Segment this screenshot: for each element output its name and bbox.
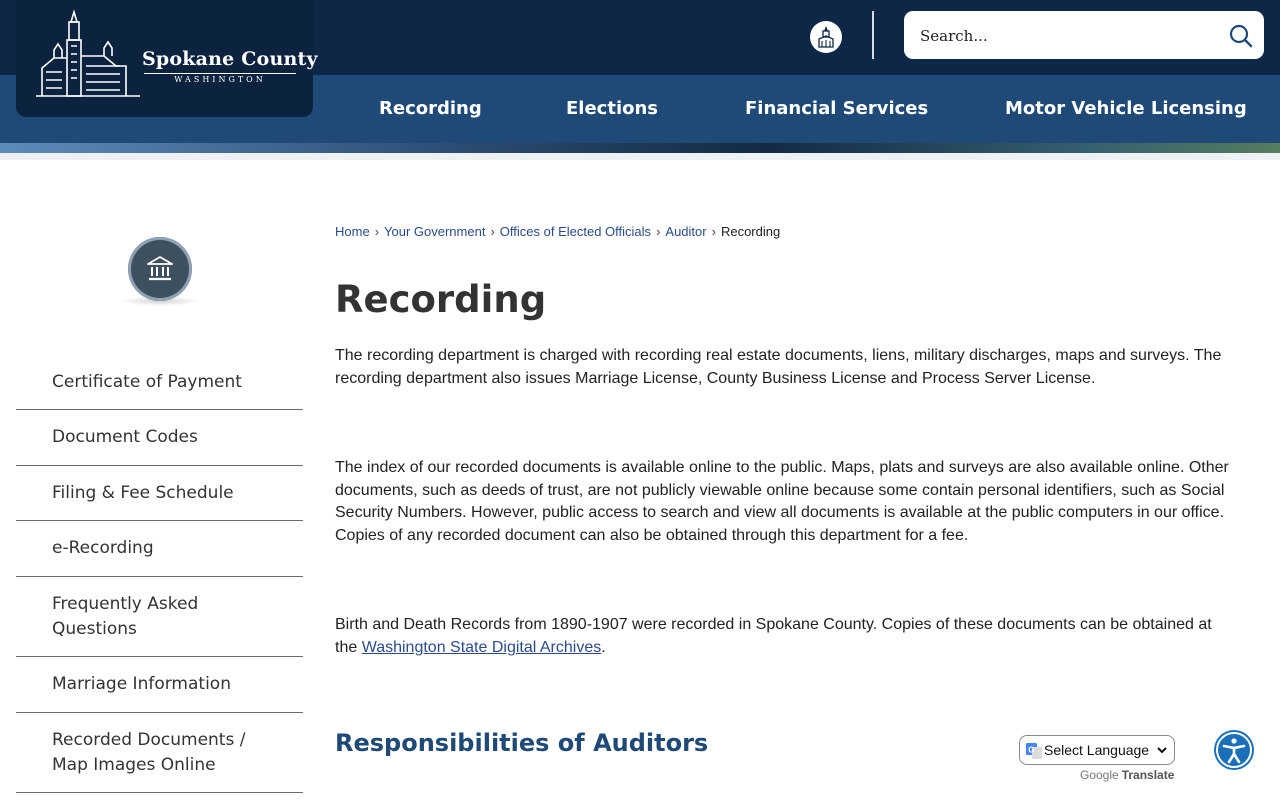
section-heading: Responsibilities of Auditors: [335, 729, 709, 757]
accessibility-icon: [1216, 732, 1252, 768]
intro-paragraph: The recording department is charged with…: [335, 347, 1222, 387]
breadcrumb-separator: ›: [490, 224, 495, 239]
sidebar-item-marriage-information[interactable]: Marriage Information: [16, 657, 303, 713]
logo-rule: [144, 73, 296, 74]
sidebar-item-filing-fee-schedule[interactable]: Filing & Fee Schedule: [16, 466, 303, 521]
nav-motor-vehicle-licensing[interactable]: Motor Vehicle Licensing: [1005, 75, 1247, 143]
accessibility-button[interactable]: [1214, 730, 1254, 770]
nav-financial-services[interactable]: Financial Services: [745, 75, 928, 143]
search-icon: [1229, 24, 1253, 48]
sidebar-item-label: Filing & Fee Schedule: [52, 482, 234, 503]
breadcrumb-offices-of-elected-officials[interactable]: Offices of Elected Officials: [500, 224, 651, 239]
breadcrumb-your-government[interactable]: Your Government: [384, 224, 485, 239]
header-stripe: [0, 143, 1280, 153]
sidebar-item-label: Frequently Asked Questions: [52, 593, 199, 639]
courthouse-icon: [36, 10, 140, 97]
nav-recording[interactable]: Recording: [379, 75, 482, 143]
sidebar-item-recorded-documents[interactable]: Recorded Documents / Map Images Online: [16, 713, 303, 793]
search-input[interactable]: [918, 11, 1222, 61]
logo-name: Spokane County: [142, 48, 318, 70]
page-title: Recording: [335, 278, 547, 321]
sidebar-item-e-recording[interactable]: e-Recording: [16, 521, 303, 577]
breadcrumb-current: Recording: [720, 224, 781, 239]
sidebar-item-label: Certificate of Payment: [52, 371, 242, 392]
nav-elections[interactable]: Elections: [566, 75, 658, 143]
sidebar-item-label: e-Recording: [52, 538, 154, 558]
sidebar-item-label: Marriage Information: [52, 674, 231, 694]
sidebar-item-certificate-of-payment[interactable]: Certificate of Payment: [16, 355, 303, 410]
breadcrumb-separator: ›: [711, 224, 716, 239]
svg-text:G: G: [1028, 746, 1034, 755]
sidebar-item-document-codes[interactable]: Document Codes: [16, 410, 303, 466]
index-paragraph: The index of our recorded documents is a…: [335, 459, 1229, 544]
powered-by-google-translate[interactable]: Google Translate: [1080, 768, 1174, 782]
breadcrumb-separator: ›: [374, 224, 380, 239]
government-building-icon: [147, 256, 173, 281]
county-seal-button[interactable]: [810, 21, 842, 53]
sidebar-nav: Certificate of Payment Document Codes Fi…: [16, 355, 303, 793]
language-select[interactable]: G Select Language: [1019, 735, 1175, 765]
search-button[interactable]: [1228, 23, 1254, 49]
header-divider: [872, 11, 874, 59]
digital-archives-link[interactable]: Washington State Digital Archives: [362, 639, 602, 656]
sidebar-item-faq[interactable]: Frequently Asked Questions: [16, 577, 303, 657]
logo-subtitle: WASHINGTON: [174, 75, 266, 84]
google-translate-icon: G: [1026, 743, 1042, 759]
records-text-end: .: [601, 638, 606, 656]
translate-label: Translate: [1121, 768, 1175, 782]
google-brand: Google: [1080, 768, 1119, 782]
county-seal-icon: [818, 26, 834, 48]
breadcrumb-home[interactable]: Home: [335, 224, 370, 239]
chevron-down-icon: [1157, 747, 1167, 754]
breadcrumb: Home › Your Government › Offices of Elected …: [335, 224, 780, 239]
sidebar-department-badge: [128, 237, 192, 301]
site-logo[interactable]: Spokane County WASHINGTON: [16, 0, 318, 117]
sidebar-item-label: Recorded Documents / Map Images Online: [52, 729, 246, 775]
breadcrumb-separator: ›: [656, 224, 661, 239]
breadcrumb-auditor[interactable]: Auditor: [665, 224, 706, 239]
records-paragraph: Birth and Death Records from 1890-1907 w…: [335, 614, 1235, 659]
header-stripe-light: [0, 153, 1280, 160]
language-select-label: Select Language: [1044, 742, 1150, 758]
search-box: [904, 11, 1264, 61]
sidebar-item-label: Document Codes: [52, 427, 198, 447]
